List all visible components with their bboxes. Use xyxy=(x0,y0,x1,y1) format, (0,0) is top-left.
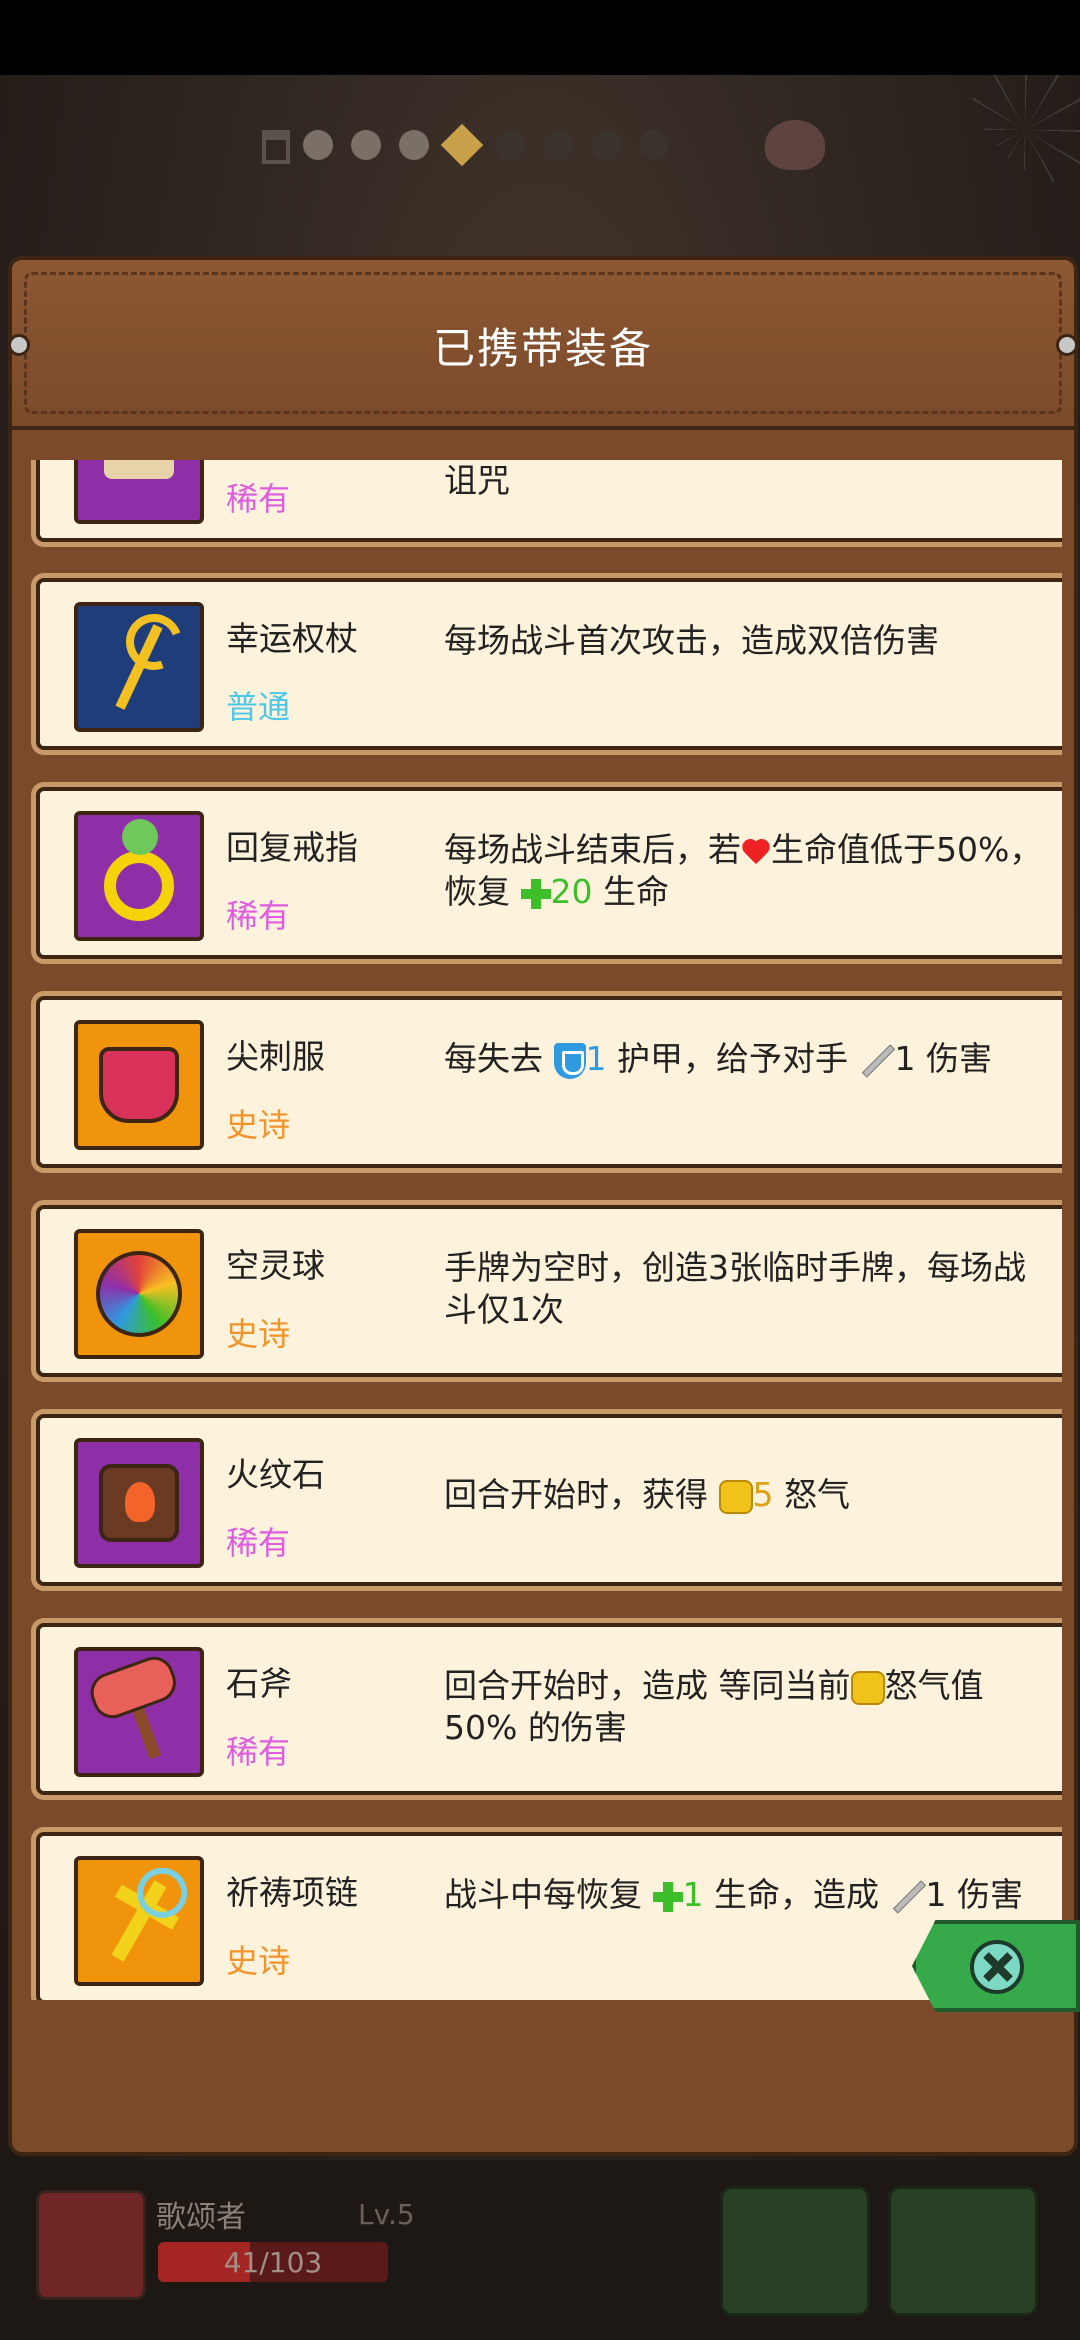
close-button[interactable] xyxy=(912,1920,1080,2012)
fire-stone-icon xyxy=(99,1464,179,1542)
item-icon xyxy=(74,1856,204,1986)
armor-value: 1 xyxy=(585,1039,607,1078)
plus-icon xyxy=(520,878,551,909)
item-name: 幸运权杖 xyxy=(226,619,358,658)
lucky-scepter-icon xyxy=(115,624,163,710)
item-icon xyxy=(74,602,204,732)
hp-text: 41/103 xyxy=(223,2246,323,2279)
item-description: 诅咒 xyxy=(444,461,510,500)
sword-icon xyxy=(859,1043,895,1079)
desc-text: 回合开始时，造成 等同当前 xyxy=(444,1666,851,1705)
heal-value: 20 xyxy=(550,872,593,911)
rage-value: 5 xyxy=(752,1475,774,1514)
boss-skull-icon xyxy=(765,120,825,170)
status-bar xyxy=(0,0,1080,75)
panel-header: 已携带装备 xyxy=(8,260,1078,430)
desc-text: 伤害 xyxy=(926,1039,992,1078)
equipment-card[interactable]: 回复戒指 稀有 每场战斗结束后，若 生命值低于50%，恢复 20 生命 xyxy=(36,787,1062,959)
close-icon xyxy=(970,1940,1024,1994)
item-rarity: 普通 xyxy=(226,688,291,726)
desc-text: 每场战斗结束后，若 xyxy=(444,830,741,869)
plus-icon xyxy=(652,1881,683,1912)
map-node xyxy=(591,130,621,160)
map-node xyxy=(495,130,525,160)
item-rarity: 稀有 xyxy=(226,1733,291,1771)
ethereal-orb-icon xyxy=(96,1251,182,1337)
item-description: 回合开始时，造成 等同当前 怒气值50% 的伤害 xyxy=(444,1665,1044,1749)
item-description: 回合开始时，获得 5 怒气 xyxy=(444,1474,1044,1516)
avatar[interactable] xyxy=(36,2190,146,2300)
desc-text: 护甲，给予对手 xyxy=(617,1039,848,1078)
hp-bar: 41/103 xyxy=(158,2242,388,2282)
desc-text: 生命，造成 xyxy=(714,1875,879,1914)
player-level: Lv.5 xyxy=(358,2198,415,2231)
item-rarity: 稀有 xyxy=(226,480,291,518)
equipment-card[interactable]: 幸运权杖 普通 每场战斗首次攻击，造成双倍伤害 xyxy=(36,578,1062,750)
item-rarity: 稀有 xyxy=(226,897,291,935)
item-icon xyxy=(74,811,204,941)
map-node xyxy=(399,130,429,160)
desc-text: 怒气 xyxy=(784,1475,850,1514)
item-description: 手牌为空时，创造3张临时手牌，每场战斗仅1次 xyxy=(444,1248,1026,1329)
damage-value: 1 xyxy=(925,1875,947,1914)
item-icon xyxy=(74,1020,204,1150)
bottom-hud: 歌颂者 Lv.5 41/103 xyxy=(0,2160,1080,2340)
equipment-card[interactable]: 稀有 诅咒 xyxy=(36,460,1062,542)
item-icon xyxy=(74,1647,204,1777)
map-current-node xyxy=(440,123,484,167)
heal-value: 1 xyxy=(682,1875,704,1914)
item-name: 回复戒指 xyxy=(226,828,358,867)
equipment-card[interactable]: 祈祷项链 史诗 战斗中每恢复 1 生命，造成 1 伤害 xyxy=(36,1832,1062,2000)
equipment-button[interactable] xyxy=(720,2186,870,2316)
item-icon xyxy=(74,1438,204,1568)
item-description: 每场战斗首次攻击，造成双倍伤害 xyxy=(444,621,939,660)
stone-axe-icon xyxy=(116,1664,162,1760)
shield-icon xyxy=(553,1042,586,1079)
sword-icon xyxy=(890,1879,926,1915)
recovery-ring-icon xyxy=(104,819,174,921)
heart-icon xyxy=(741,838,771,866)
desc-text: 每失去 xyxy=(444,1039,543,1078)
fist-icon xyxy=(718,1479,753,1514)
equipment-card[interactable]: 空灵球 史诗 手牌为空时，创造3张临时手牌，每场战斗仅1次 xyxy=(36,1205,1062,1377)
equipment-card[interactable]: 火纹石 稀有 回合开始时，获得 5 怒气 xyxy=(36,1414,1062,1586)
equipment-list[interactable]: 稀有 诅咒 幸运权杖 普通 每场战斗首次攻击，造成双倍伤害 回复戒指 稀有 每场… xyxy=(22,460,1062,2000)
spike-armor-icon xyxy=(99,1047,179,1123)
map-node xyxy=(639,130,669,160)
item-rarity: 史诗 xyxy=(226,1315,291,1353)
map-progress-track xyxy=(255,123,669,167)
equipment-panel: 已携带装备 稀有 诅咒 幸运权杖 普通 每场战斗首次攻击，造成双倍伤害 回复戒指… xyxy=(8,256,1078,2156)
item-icon xyxy=(74,1229,204,1359)
item-rarity: 稀有 xyxy=(226,1524,291,1562)
desc-text: 生命 xyxy=(603,872,669,911)
desc-text: 伤害 xyxy=(957,1875,1023,1914)
item-name: 尖刺服 xyxy=(226,1037,325,1076)
desc-text: 战斗中每恢复 xyxy=(444,1875,642,1914)
damage-value: 1 xyxy=(894,1039,916,1078)
deck-button[interactable] xyxy=(888,2186,1038,2316)
item-rarity: 史诗 xyxy=(226,1106,291,1144)
item-description: 每失去 1 护甲，给予对手 1 伤害 xyxy=(444,1038,1044,1080)
item-description: 战斗中每恢复 1 生命，造成 1 伤害 xyxy=(444,1874,1044,1916)
item-name: 火纹石 xyxy=(226,1455,325,1494)
item-icon xyxy=(74,460,204,524)
item-name: 石斧 xyxy=(226,1664,292,1703)
map-node xyxy=(351,130,381,160)
item-description: 每场战斗结束后，若 生命值低于50%，恢复 20 生命 xyxy=(444,829,1044,913)
desc-text: 回合开始时，获得 xyxy=(444,1475,708,1514)
equipment-card[interactable]: 尖刺服 史诗 每失去 1 护甲，给予对手 1 伤害 xyxy=(36,996,1062,1168)
item-rarity: 史诗 xyxy=(226,1942,291,1980)
scroll-icon xyxy=(104,460,174,479)
prayer-necklace-icon xyxy=(111,1880,167,1962)
item-name: 空灵球 xyxy=(226,1246,325,1285)
fist-icon xyxy=(850,1670,885,1705)
equipment-card[interactable]: 石斧 稀有 回合开始时，造成 等同当前 怒气值50% 的伤害 xyxy=(36,1623,1062,1795)
player-name: 歌颂者 xyxy=(156,2200,246,2235)
panel-title: 已携带装备 xyxy=(432,324,653,373)
map-node xyxy=(543,130,573,160)
item-name: 祈祷项链 xyxy=(226,1873,358,1912)
map-node xyxy=(303,130,333,160)
